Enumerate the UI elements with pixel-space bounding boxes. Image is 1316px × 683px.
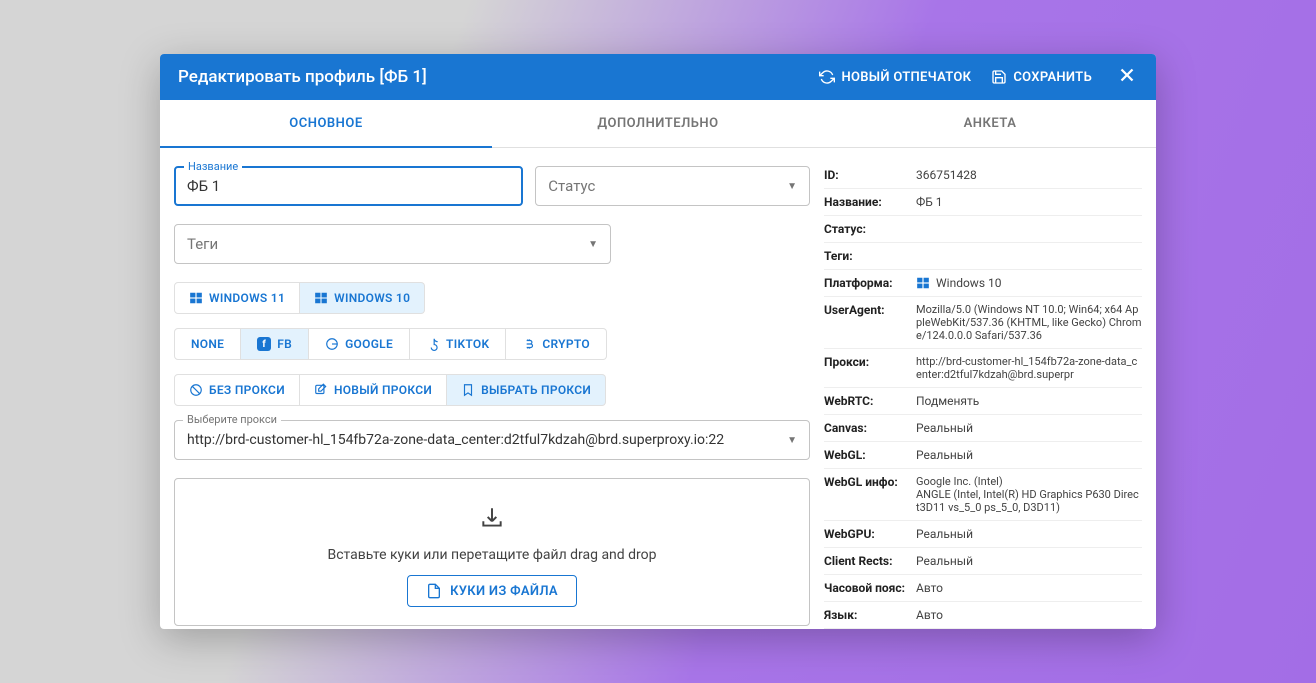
platform-crypto[interactable]: CRYPTO xyxy=(506,328,607,360)
info-row-proxy: Прокси:http://brd-customer-hl_154fb72a-z… xyxy=(824,349,1142,388)
info-row-webgpu: WebGPU:Реальный xyxy=(824,521,1142,548)
modal-header: Редактировать профиль [ФБ 1] НОВЫЙ ОТПЕЧ… xyxy=(160,54,1156,100)
proxy-tab-none[interactable]: БЕЗ ПРОКСИ xyxy=(174,374,300,406)
info-row-platform: Платформа: Windows 10 xyxy=(824,270,1142,297)
name-input[interactable] xyxy=(187,177,510,195)
name-field[interactable]: Название xyxy=(174,166,523,206)
block-icon xyxy=(189,383,203,397)
platform-group: NONE f FB GOOGLE TIKTOK CRYPTO xyxy=(174,328,810,360)
bitcoin-icon xyxy=(522,337,536,351)
info-row-webrtc: WebRTC:Подменять xyxy=(824,388,1142,415)
bookmark-icon xyxy=(461,383,475,397)
proxy-label: Выберите прокси xyxy=(183,413,281,426)
tiktok-icon xyxy=(426,337,440,351)
tab-additional[interactable]: ДОПОЛНИТЕЛЬНО xyxy=(492,100,824,147)
proxy-select-field[interactable]: Выберите прокси ▼ xyxy=(174,420,810,460)
close-button[interactable] xyxy=(1112,60,1142,94)
info-panel: ID:366751428 Название:ФБ 1 Статус: Теги:… xyxy=(824,148,1156,629)
info-row-webgl: WebGL:Реальный xyxy=(824,442,1142,469)
chevron-down-icon: ▼ xyxy=(588,239,598,250)
info-row-lang: Язык:Авто xyxy=(824,602,1142,629)
os-windows10[interactable]: WINDOWS 10 xyxy=(300,282,425,314)
cookie-dropzone[interactable]: Вставьте куки или перетащите файл drag a… xyxy=(174,478,810,626)
windows-icon xyxy=(189,291,203,305)
cookie-file-button[interactable]: КУКИ ИЗ ФАЙЛА xyxy=(407,575,577,607)
info-row-status: Статус: xyxy=(824,216,1142,243)
info-row-name: Название:ФБ 1 xyxy=(824,189,1142,216)
info-row-webglinfo: WebGL инфо: Google Inc. (Intel) ANGLE (I… xyxy=(824,469,1142,521)
platform-tiktok[interactable]: TIKTOK xyxy=(410,328,506,360)
facebook-icon: f xyxy=(257,337,271,351)
windows-icon xyxy=(314,291,328,305)
info-row-useragent: UserAgent:Mozilla/5.0 (Windows NT 10.0; … xyxy=(824,297,1142,349)
windows-icon xyxy=(916,276,930,290)
google-icon xyxy=(325,337,339,351)
modal-body: Название Статус ▼ Теги ▼ WINDOWS 11 xyxy=(160,148,1156,629)
os-group: WINDOWS 11 WINDOWS 10 xyxy=(174,282,810,314)
edit-profile-modal: Редактировать профиль [ФБ 1] НОВЫЙ ОТПЕЧ… xyxy=(160,54,1156,629)
save-button[interactable]: СОХРАНИТЬ xyxy=(981,63,1102,91)
proxy-input[interactable] xyxy=(187,432,787,448)
name-label: Название xyxy=(184,160,242,173)
left-panel: Название Статус ▼ Теги ▼ WINDOWS 11 xyxy=(160,148,824,629)
new-fingerprint-button[interactable]: НОВЫЙ ОТПЕЧАТОК xyxy=(809,63,981,91)
tags-select[interactable]: Теги ▼ xyxy=(174,224,611,264)
os-windows11[interactable]: WINDOWS 11 xyxy=(174,282,300,314)
modal-title: Редактировать профиль [ФБ 1] xyxy=(178,67,809,87)
proxy-tab-select[interactable]: ВЫБРАТЬ ПРОКСИ xyxy=(447,374,606,406)
dropzone-text: Вставьте куки или перетащите файл drag a… xyxy=(327,547,656,563)
download-icon xyxy=(479,505,505,535)
close-icon xyxy=(1116,64,1138,86)
info-row-clientrects: Client Rects:Реальный xyxy=(824,548,1142,575)
info-row-id: ID:366751428 xyxy=(824,162,1142,189)
edit-icon xyxy=(314,383,328,397)
status-select[interactable]: Статус ▼ xyxy=(535,166,810,206)
proxy-tab-new[interactable]: НОВЫЙ ПРОКСИ xyxy=(300,374,447,406)
file-icon xyxy=(426,583,442,599)
chevron-down-icon: ▼ xyxy=(787,435,797,446)
tabs: ОСНОВНОЕ ДОПОЛНИТЕЛЬНО АНКЕТА xyxy=(160,100,1156,148)
chevron-down-icon: ▼ xyxy=(787,181,797,192)
proxy-tabs-group: БЕЗ ПРОКСИ НОВЫЙ ПРОКСИ ВЫБРАТЬ ПРОКСИ xyxy=(174,374,810,406)
info-row-timezone: Часовой пояс:Авто xyxy=(824,575,1142,602)
tab-form[interactable]: АНКЕТА xyxy=(824,100,1156,147)
info-row-tags: Теги: xyxy=(824,243,1142,270)
platform-none[interactable]: NONE xyxy=(174,328,241,360)
tab-main[interactable]: ОСНОВНОЕ xyxy=(160,100,492,147)
platform-google[interactable]: GOOGLE xyxy=(309,328,410,360)
platform-fb[interactable]: f FB xyxy=(241,328,309,360)
save-icon xyxy=(991,69,1007,85)
refresh-icon xyxy=(819,69,835,85)
info-row-canvas: Canvas:Реальный xyxy=(824,415,1142,442)
